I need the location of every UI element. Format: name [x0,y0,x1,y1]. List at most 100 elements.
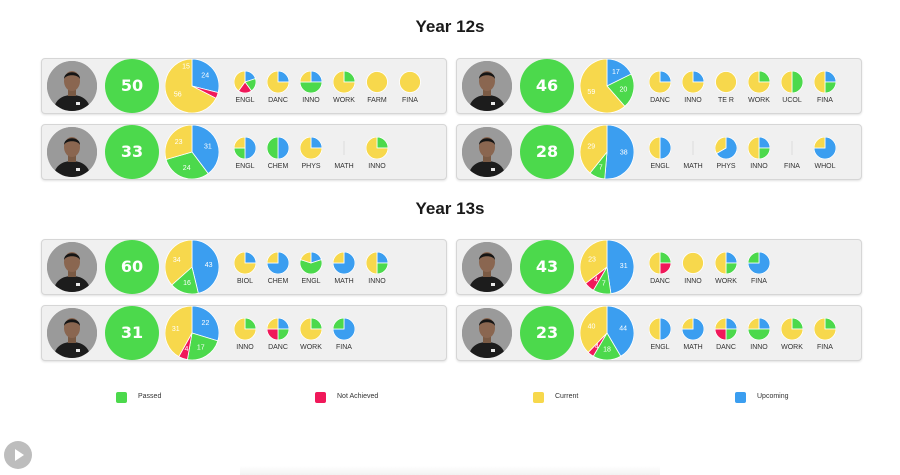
current-slice [267,318,279,330]
passed-slice [376,137,388,149]
current-slice [715,71,737,93]
subject-pie [300,137,322,159]
legend-swatch-upcoming [735,392,746,403]
credits-circle: 28 [520,125,574,179]
upcoming-slice [758,318,770,330]
subject-pie [267,71,289,93]
subject-pie [300,318,322,340]
slice-label: 40 [588,324,596,331]
credits-circle: 46 [520,59,574,113]
section-title-year-13: Year 13s [415,199,485,218]
subject-pie [814,318,836,340]
slice-label: 20 [620,86,628,93]
subject-fina[interactable]: FINA [324,318,364,358]
slice-label: 23 [588,257,596,264]
subject-pie [682,71,704,93]
upcoming-slice [692,71,704,83]
subject-pie [781,71,803,93]
subject-pie [333,71,355,93]
upcoming-slice [277,137,289,159]
student-card[interactable]: 60 43 16 34 BIOL CHEM ENGL MATH INNO [41,239,447,295]
student-card[interactable]: 31 22 17 4 31 INNO DANC WORK FINA [41,305,447,361]
slice-label: 18 [603,347,611,354]
subject-pie [366,71,388,93]
not-achieved-slice [267,328,279,340]
subject-inno[interactable]: INNO [357,252,397,292]
subject-fina[interactable]: FINA [739,252,779,292]
upcoming-slice [376,252,388,264]
current-slice [781,71,793,93]
current-slice [649,252,661,274]
upcoming-slice [244,137,256,159]
subject-inno[interactable]: INNO [357,137,397,177]
credits-circle: 33 [105,125,159,179]
subject-pie [682,318,704,340]
subject-pie [692,141,694,155]
upcoming-slice [659,71,671,83]
passed-slice [824,81,836,93]
current-slice [814,71,826,93]
subject-label: INNO [368,163,386,170]
legend-swatch-passed [116,392,127,403]
student-card[interactable]: 28 38 7 29 ENGL MATH PHYS INNO FINA WHOL [456,124,862,180]
avatar [462,242,512,292]
slice-label: 31 [172,326,180,333]
subject-pie [748,252,770,274]
credits-count: 28 [535,142,559,161]
overall-progress-pie: 31 7 4 23 [579,239,635,299]
subject-fina[interactable]: FINA [390,71,430,111]
current-slice [267,252,279,264]
passed-slice [343,71,355,83]
slice-label: 7 [602,280,606,287]
subject-pie [234,71,256,93]
slice-label: 56 [174,92,182,99]
credits-count: 46 [535,76,559,95]
slice-label: 15 [182,63,190,70]
student-card[interactable]: 33 31 24 23 ENGL CHEM PHYS MATH INNO [41,124,447,180]
avatar [462,61,512,111]
subject-label: FINA [336,344,352,351]
slice-label: 44 [619,326,627,333]
passed-slice [310,318,322,330]
subject-label: FINA [402,97,418,104]
legend-swatch-current [533,392,544,403]
current-slice [234,137,246,149]
subject-pie [267,252,289,274]
credits-count: 50 [120,76,144,95]
student-card[interactable]: 43 31 7 4 23 DANC INNO WORK FINA [456,239,862,295]
current-slice [715,318,727,330]
slice-label: 17 [612,69,620,76]
subject-pie [649,318,671,340]
credits-count: 31 [120,323,144,342]
student-card[interactable]: 46 17 20 59 DANC INNO TE R WORK UCOL FINA [456,58,862,114]
subject-fina[interactable]: FINA [805,318,845,358]
subject-pie [333,252,355,274]
current-slice [366,71,388,93]
subject-label: FINA [817,344,833,351]
subject-pie [649,71,671,93]
avatar [462,308,512,358]
upcoming-slice [277,71,289,83]
avatar [47,308,97,358]
play-button[interactable] [4,441,32,469]
current-slice [649,318,661,340]
subject-fina[interactable]: FINA [805,71,845,111]
student-card[interactable]: 50 24 56 15 ENGL DANC INNO WORK FARM FINA [41,58,447,114]
slice-label: 17 [197,344,205,351]
subject-whol[interactable]: WHOL [805,137,845,177]
credits-circle: 31 [105,306,159,360]
slice-label: 59 [587,89,595,96]
subject-pie [267,137,289,159]
passed-slice [748,328,770,340]
upcoming-slice [758,137,770,149]
legend-label-current: Current [555,393,579,400]
slice-label: 4 [594,277,598,284]
subject-pie [234,252,256,274]
subject-pie [300,71,322,93]
subject-pie [791,141,793,155]
subject-pie [649,252,671,274]
passed-slice [725,328,737,340]
subject-pie [748,318,770,340]
student-card[interactable]: 23 44 18 4 40 ENGL MATH DANC INNO WORK FINA [456,305,862,361]
legend-swatch-not-achieved [315,392,326,403]
